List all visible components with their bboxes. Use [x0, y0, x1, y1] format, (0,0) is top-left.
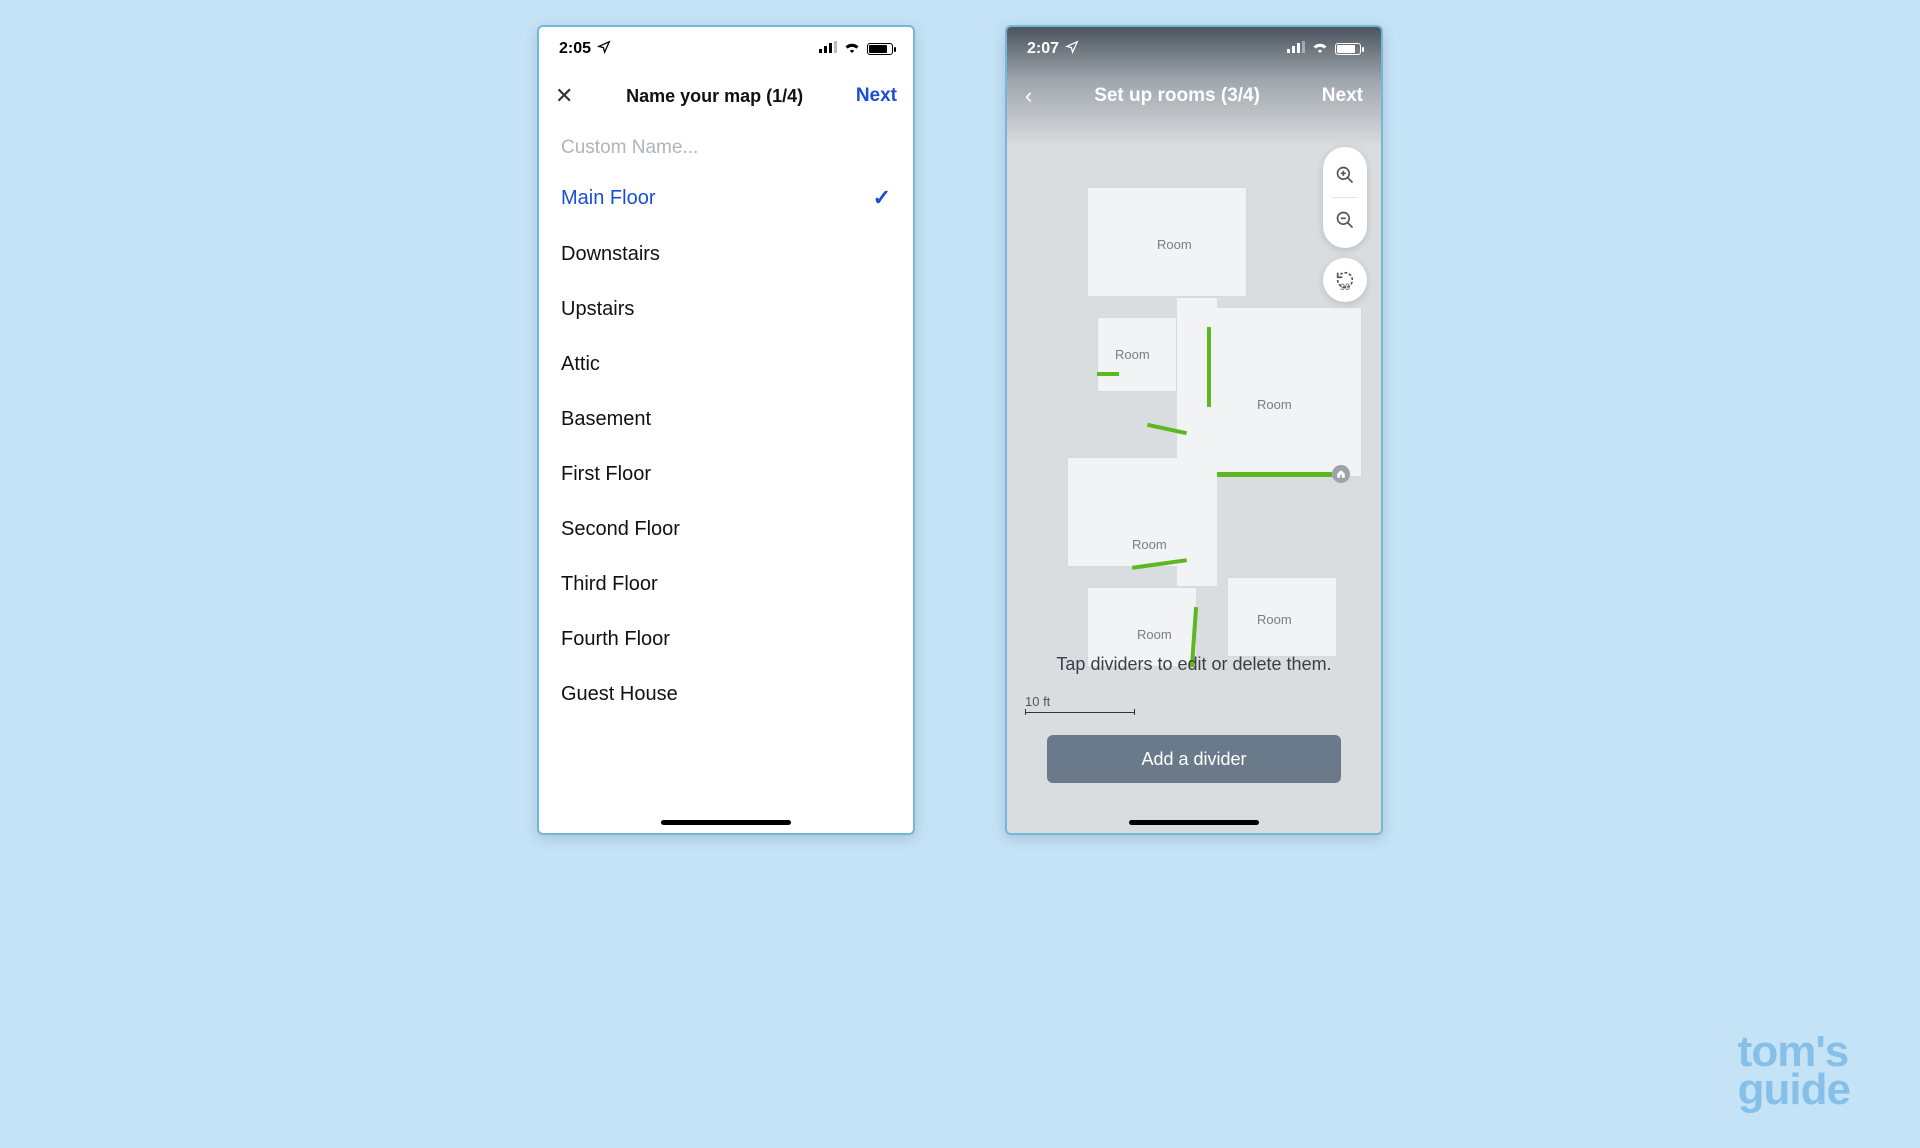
location-arrow-icon [1065, 40, 1079, 59]
option-label: Main Floor [561, 187, 655, 210]
status-bar: 2:05 [539, 27, 913, 71]
option-label: First Floor [561, 463, 651, 486]
option-label: Upstairs [561, 298, 634, 321]
cellular-signal-icon [1287, 40, 1305, 58]
option-upstairs[interactable]: Upstairs [539, 282, 913, 337]
map-name-options: Main Floor ✓ Downstairs Upstairs Attic B… [539, 169, 913, 722]
option-guest-house[interactable]: Guest House [539, 667, 913, 722]
hallway-shape[interactable] [1177, 297, 1217, 587]
option-fourth-floor[interactable]: Fourth Floor [539, 612, 913, 667]
status-time: 2:05 [559, 40, 591, 58]
option-label: Basement [561, 408, 651, 431]
map-controls: 90 [1323, 147, 1367, 302]
room-label: Room [1132, 537, 1167, 552]
option-label: Third Floor [561, 573, 658, 596]
room-divider[interactable] [1207, 327, 1211, 407]
status-bar: 2:07 [1007, 27, 1381, 71]
zoom-in-button[interactable] [1323, 153, 1367, 197]
scale-bar [1025, 712, 1135, 713]
option-downstairs[interactable]: Downstairs [539, 227, 913, 282]
room-divider[interactable] [1097, 372, 1119, 376]
hint-text: Tap dividers to edit or delete them. [1007, 654, 1381, 675]
nav-bar: ‹ Set up rooms (3/4) Next [1007, 71, 1381, 121]
home-indicator [661, 820, 791, 825]
room-divider[interactable] [1217, 472, 1332, 477]
option-label: Second Floor [561, 518, 680, 541]
room-label: Room [1157, 237, 1192, 252]
zoom-control-pill [1323, 147, 1367, 248]
watermark-line2: guide [1738, 1071, 1850, 1108]
back-button[interactable]: ‹ [1025, 83, 1032, 109]
nav-title: Name your map (1/4) [626, 86, 803, 107]
option-label: Guest House [561, 683, 678, 706]
option-basement[interactable]: Basement [539, 392, 913, 447]
home-indicator [1129, 820, 1259, 825]
room-label: Room [1257, 397, 1292, 412]
map-scale: 10 ft [1025, 694, 1135, 713]
cellular-signal-icon [819, 40, 837, 58]
status-time: 2:07 [1027, 40, 1059, 58]
option-label: Attic [561, 353, 600, 376]
nav-bar: ✕ Name your map (1/4) Next [539, 71, 913, 121]
next-button[interactable]: Next [1322, 85, 1363, 107]
option-label: Downstairs [561, 243, 660, 266]
option-second-floor[interactable]: Second Floor [539, 502, 913, 557]
location-arrow-icon [597, 40, 611, 59]
room-shape[interactable] [1212, 307, 1362, 477]
custom-name-input[interactable]: Custom Name... [539, 121, 913, 169]
rotate-90-button[interactable]: 90 [1323, 258, 1367, 302]
rotate-label: 90 [1340, 282, 1350, 292]
zoom-out-button[interactable] [1323, 198, 1367, 242]
room-label: Room [1137, 627, 1172, 642]
nav-title: Set up rooms (3/4) [1094, 85, 1260, 107]
floor-plan[interactable]: Room Room Room Room Room Room [1037, 187, 1351, 677]
dock-home-icon [1332, 465, 1350, 483]
wifi-icon [843, 40, 861, 58]
add-divider-button[interactable]: Add a divider [1047, 735, 1341, 783]
option-first-floor[interactable]: First Floor [539, 447, 913, 502]
phone-screenshot-name-map: 2:05 ✕ Name your map (1/4) Next Custom N… [537, 25, 915, 835]
toms-guide-watermark: tom's guide [1738, 1033, 1850, 1108]
room-label: Room [1257, 612, 1292, 627]
option-third-floor[interactable]: Third Floor [539, 557, 913, 612]
option-label: Fourth Floor [561, 628, 670, 651]
room-label: Room [1115, 347, 1150, 362]
battery-icon [867, 43, 893, 55]
next-button[interactable]: Next [856, 85, 897, 107]
checkmark-icon: ✓ [873, 185, 891, 211]
close-button[interactable]: ✕ [555, 83, 573, 109]
wifi-icon [1311, 40, 1329, 58]
scale-label: 10 ft [1025, 694, 1050, 709]
phone-screenshot-setup-rooms: 2:07 ‹ Set up rooms (3/4) Next [1005, 25, 1383, 835]
option-main-floor[interactable]: Main Floor ✓ [539, 169, 913, 227]
option-attic[interactable]: Attic [539, 337, 913, 392]
battery-icon [1335, 43, 1361, 55]
